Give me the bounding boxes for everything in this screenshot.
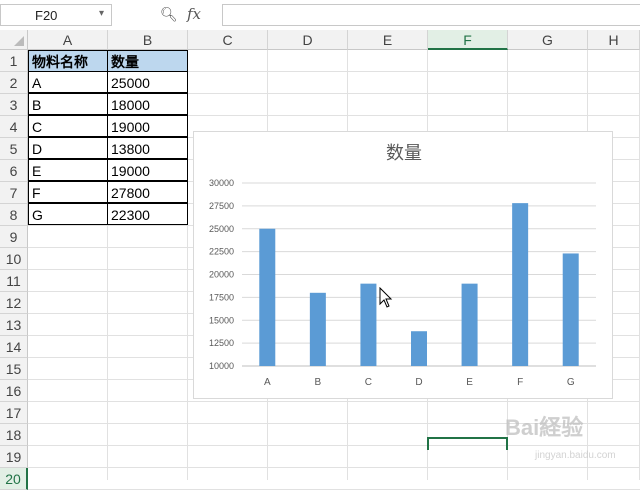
row-header-4[interactable]: 4 [0,116,28,138]
zoom-icon[interactable]: 🔍︎ [160,6,178,23]
x-tick-label: A [264,377,271,388]
row-header-1[interactable]: 1 [0,50,28,72]
cell-material-name[interactable]: B [28,93,108,115]
y-tick-label: 22500 [209,247,234,257]
y-tick-label: 25000 [209,224,234,234]
bar-a [259,228,276,366]
cell-material-name[interactable]: A [28,71,108,93]
cell-quantity[interactable]: 27800 [107,181,188,203]
column-header-d[interactable]: D [268,30,348,50]
row-header-15[interactable]: 15 [0,358,28,380]
header-cell-quantity[interactable]: 数量 [107,50,188,72]
formula-bar: F20 ▾ 🔍︎ fx [0,0,640,31]
name-box[interactable]: F20 ▾ [0,4,112,26]
gridline [28,401,640,402]
column-header-f[interactable]: F [428,30,508,50]
x-tick-label: C [365,377,372,388]
name-box-value: F20 [35,8,58,23]
y-tick-label: 20000 [209,270,234,280]
mouse-cursor-icon [379,287,393,308]
bar-d [411,331,427,366]
bar-chart[interactable]: 数量 10000 12500 15000 17500 20000 22500 25000 275… [193,131,613,399]
x-tick-label: B [315,377,322,388]
bar-c [360,283,377,366]
cell-material-name[interactable]: C [28,115,108,137]
row-header-18[interactable]: 18 [0,424,28,446]
x-tick-label: E [466,377,473,388]
cell-quantity[interactable]: 22300 [107,203,188,225]
row-header-19[interactable]: 19 [0,446,28,468]
cell-material-name[interactable]: D [28,137,108,159]
row-header-20[interactable]: 20 [0,468,28,490]
x-tick-label: G [567,377,575,388]
row-header-6[interactable]: 6 [0,160,28,182]
watermark-logo: Bai経验 [505,415,584,440]
row-header-2[interactable]: 2 [0,72,28,94]
bar-b [309,292,326,366]
row-header-11[interactable]: 11 [0,270,28,292]
cell-quantity[interactable]: 19000 [107,115,188,137]
bar-f [512,203,529,366]
row-header-17[interactable]: 17 [0,402,28,424]
x-tick-label: D [415,377,422,388]
row-header-9[interactable]: 9 [0,226,28,248]
row-header-14[interactable]: 14 [0,336,28,358]
row-header-12[interactable]: 12 [0,292,28,314]
cell-quantity[interactable]: 19000 [107,159,188,181]
gridline [28,467,640,468]
y-tick-label: 15000 [209,315,234,325]
cell-material-name[interactable]: F [28,181,108,203]
column-header-b[interactable]: B [108,30,188,50]
function-icon[interactable]: fx [187,5,201,23]
x-tick-label: F [517,377,523,388]
row-header-5[interactable]: 5 [0,138,28,160]
row-header-10[interactable]: 10 [0,248,28,270]
chart-title: 数量 [386,143,422,164]
y-tick-label: 17500 [209,292,234,302]
active-cell-f20[interactable] [427,437,508,450]
y-tick-label: 27500 [209,201,234,211]
row-header-16[interactable]: 16 [0,380,28,402]
cell-material-name[interactable]: G [28,203,108,225]
row-header-7[interactable]: 7 [0,182,28,204]
header-cell-material-name[interactable]: 物料名称 [28,50,108,72]
bar-e [461,283,478,366]
column-header-g[interactable]: G [508,30,588,50]
row-header-13[interactable]: 13 [0,314,28,336]
cell-material-name[interactable]: E [28,159,108,181]
y-tick-label: 12500 [209,338,234,348]
column-header-h[interactable]: H [588,30,640,50]
chevron-down-icon[interactable]: ▾ [99,8,104,19]
column-header-e[interactable]: E [348,30,428,50]
column-header-c[interactable]: C [188,30,268,50]
watermark-url: jingyan.baidu.com [535,450,616,461]
chart-canvas: 数量 10000 12500 15000 17500 20000 22500 25000 275… [209,143,596,388]
gridline [28,445,640,446]
column-header-a[interactable]: A [28,30,108,50]
cell-quantity[interactable]: 18000 [107,93,188,115]
cell-quantity[interactable]: 25000 [107,71,188,93]
row-header-3[interactable]: 3 [0,94,28,116]
formula-input[interactable] [222,4,640,26]
select-all-button[interactable] [0,30,28,50]
bar-g [562,253,579,366]
y-tick-label: 10000 [209,361,234,371]
y-tick-label: 30000 [209,178,234,188]
row-header-8[interactable]: 8 [0,204,28,226]
cell-quantity[interactable]: 13800 [107,137,188,159]
